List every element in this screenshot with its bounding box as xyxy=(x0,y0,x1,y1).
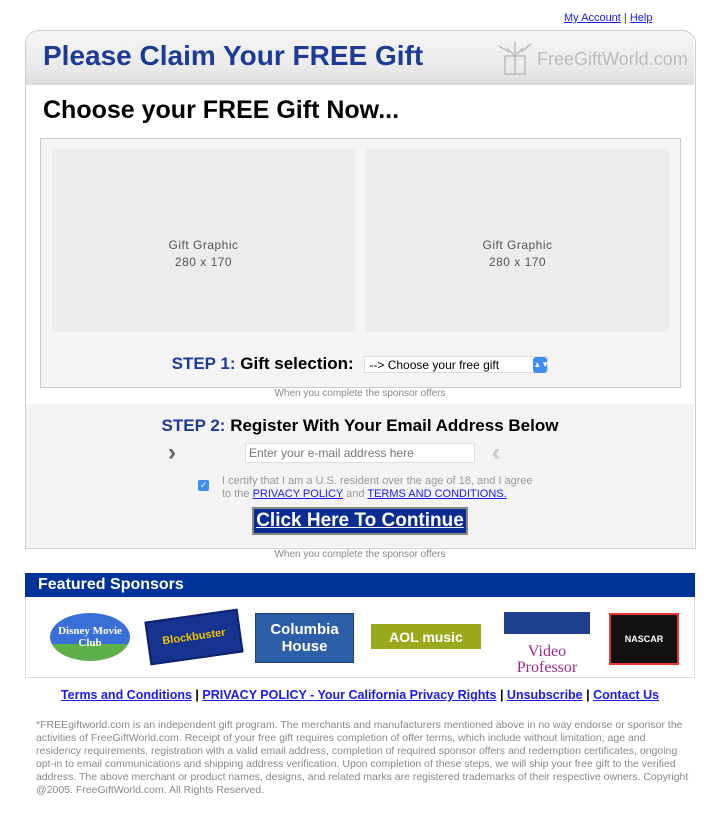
terms-conditions-link[interactable]: Terms and Conditions xyxy=(61,688,192,702)
select-arrows-icon: ▲▼ xyxy=(533,357,549,374)
certify-text: I certify that I am a U.S. resident over… xyxy=(222,475,542,501)
disclaimer: *FREEgiftworld.com is an independent gif… xyxy=(36,719,689,796)
sponsor-logo-disney[interactable]: Disney Movie Club xyxy=(50,613,130,661)
gift-select[interactable]: --> Choose your free gift ▲▼ xyxy=(364,356,549,374)
unsubscribe-link[interactable]: Unsubscribe xyxy=(507,688,583,702)
logo-text: FreeGiftWorld.com xyxy=(537,49,688,69)
email-input[interactable] xyxy=(245,443,475,463)
section-heading: Choose your FREE Gift Now... xyxy=(43,96,400,124)
gift-box-icon xyxy=(498,42,532,75)
sponsor-logos: Disney Movie Club Blockbuster Columbia H… xyxy=(25,597,695,678)
step1-number: STEP 1: xyxy=(171,354,236,373)
gift-label: Gift Graphic xyxy=(482,238,553,252)
sponsor-logo-video-professor[interactable]: Video Professor xyxy=(504,612,590,686)
help-link[interactable]: Help xyxy=(630,12,653,24)
sponsor-logo-blockbuster[interactable]: Blockbuster xyxy=(144,608,244,666)
and-text: and xyxy=(346,488,365,500)
top-links: My Account | Help xyxy=(564,12,652,24)
step1-row: STEP 1: Gift selection: --> Choose your … xyxy=(40,354,680,374)
sponsor-logo-nascar[interactable]: NASCAR xyxy=(609,613,679,665)
terms-link[interactable]: TERMS AND CONDITIONS. xyxy=(367,488,506,500)
certify-checkbox[interactable]: ✓ xyxy=(198,480,209,491)
step1-label: Gift selection: xyxy=(240,354,354,373)
step2-label: Register With Your Email Address Below xyxy=(230,416,559,435)
site-logo: FreeGiftWorld.com xyxy=(495,38,688,78)
gift-size: 280 x 170 xyxy=(488,255,547,269)
privacy-rights-link[interactable]: PRIVACY POLICY - Your California Privacy… xyxy=(202,688,496,702)
footer-links: Terms and Conditions | PRIVACY POLICY - … xyxy=(60,688,660,702)
my-account-link[interactable]: My Account xyxy=(564,12,621,24)
gift-label: Gift Graphic xyxy=(168,238,239,252)
separator: | xyxy=(623,12,627,24)
gift-size: 280 x 170 xyxy=(174,255,233,269)
select-value: --> Choose your free gift xyxy=(369,358,500,373)
caption: When you complete the sponsor offers xyxy=(274,549,446,560)
step2-number: STEP 2: xyxy=(161,416,226,435)
contact-us-link[interactable]: Contact Us xyxy=(593,688,659,702)
continue-button[interactable]: Click Here To Continue xyxy=(252,507,468,535)
sponsor-logo-columbia-house[interactable]: Columbia House xyxy=(255,613,354,663)
gift-option-2[interactable]: Gift Graphic 280 x 170 xyxy=(366,149,669,332)
privacy-policy-link[interactable]: PRIVACY POLICY xyxy=(253,488,343,500)
caption: When you complete the sponsor offers xyxy=(274,388,446,399)
sponsor-logo-aol-music[interactable]: AOL music xyxy=(371,624,481,649)
step2-heading: STEP 2: Register With Your Email Address… xyxy=(26,416,694,436)
featured-sponsors-title: Featured Sponsors xyxy=(25,573,695,597)
gift-option-1[interactable]: Gift Graphic 280 x 170 xyxy=(52,149,355,332)
page-title: Please Claim Your FREE Gift xyxy=(43,40,424,71)
